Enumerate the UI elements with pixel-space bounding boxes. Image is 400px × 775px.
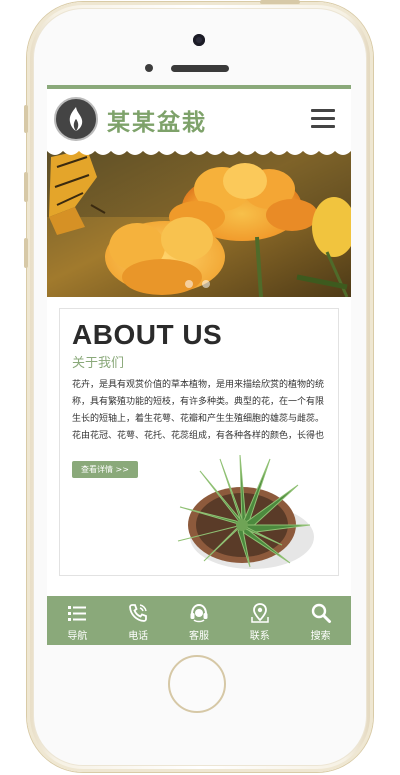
about-title: ABOUT US bbox=[72, 319, 223, 350]
menu-icon[interactable] bbox=[311, 109, 335, 129]
front-camera bbox=[193, 34, 205, 46]
nav-item-contact[interactable]: 联系 bbox=[229, 596, 290, 645]
nav-item-service[interactable]: 客服 bbox=[169, 596, 230, 645]
bottom-navigation: 导航 电话 客服 联系 搜索 bbox=[47, 596, 351, 645]
carousel-indicators bbox=[185, 280, 210, 288]
logo-flame-icon[interactable] bbox=[54, 97, 98, 141]
scallop-edge bbox=[47, 147, 351, 155]
proximity-sensor bbox=[145, 64, 153, 72]
side-button-power bbox=[260, 0, 300, 4]
nav-item-phone[interactable]: 电话 bbox=[108, 596, 169, 645]
hero-banner[interactable] bbox=[47, 147, 351, 297]
phone-screen: 某某盆栽 ABOUT US 关于我们 花卉，是具有观赏价值的草本植物，是用来描绘… bbox=[47, 85, 351, 645]
carousel-dot[interactable] bbox=[185, 280, 193, 288]
brand-name[interactable]: 某某盆栽 bbox=[107, 103, 207, 137]
nav-item-guide[interactable]: 导航 bbox=[47, 596, 108, 645]
flower-banner-image bbox=[47, 147, 351, 297]
succulent-plant-image bbox=[177, 454, 314, 569]
about-subtitle: 关于我们 bbox=[72, 356, 125, 371]
nav-label: 电话 bbox=[128, 631, 149, 642]
list-icon bbox=[68, 606, 87, 621]
side-button-volume-up bbox=[24, 172, 28, 202]
earpiece-speaker bbox=[171, 65, 229, 72]
map-pin-icon bbox=[251, 603, 269, 623]
home-button[interactable] bbox=[168, 655, 226, 713]
about-section: ABOUT US 关于我们 花卉，是具有观赏价值的草本植物，是用来描绘欣赏的植物… bbox=[59, 308, 339, 576]
side-button-volume-down bbox=[24, 238, 28, 268]
nav-label: 导航 bbox=[67, 631, 88, 642]
side-button-mute bbox=[24, 105, 28, 133]
site-header: 某某盆栽 bbox=[47, 89, 351, 147]
phone-icon bbox=[129, 604, 148, 622]
nav-label: 搜索 bbox=[310, 631, 331, 642]
view-details-button[interactable]: 查看详情 >> bbox=[72, 461, 138, 478]
nav-label: 联系 bbox=[249, 631, 270, 642]
nav-item-search[interactable]: 搜索 bbox=[290, 596, 351, 645]
nav-label: 客服 bbox=[188, 631, 209, 642]
search-icon bbox=[311, 603, 331, 623]
headset-icon bbox=[190, 603, 208, 623]
carousel-dot[interactable] bbox=[202, 280, 210, 288]
about-description: 花卉，是具有观赏价值的草本植物，是用来描绘欣赏的植物的统称，具有繁殖功能的短枝，… bbox=[72, 380, 325, 441]
